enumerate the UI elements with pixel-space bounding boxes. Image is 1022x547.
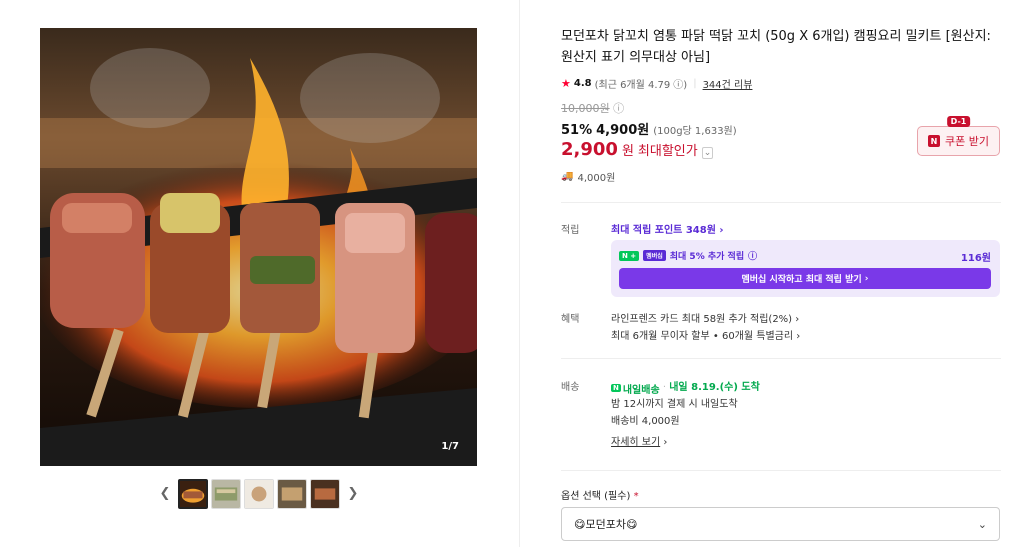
max-discount-price: 2,900: [561, 139, 618, 160]
naver-plus-badge: N +: [619, 250, 640, 261]
max-discount-row[interactable]: 2,900 원 최대할인가 ⌄: [561, 139, 714, 160]
product-title: 모던포차 닭꼬치 염통 파닭 떡닭 꼬치 (50g X 6개입) 캠핑요리 밀키…: [561, 29, 991, 65]
divider: [561, 470, 1001, 471]
discount-price: 4,900원: [596, 123, 650, 138]
benefits-label: 혜택: [561, 314, 580, 325]
membership-start-button[interactable]: 멤버십 시작하고 최대 적립 받기 ›: [619, 268, 991, 289]
extra-points-text: 최대 5% 추가 적립: [669, 252, 745, 262]
divider: |: [693, 78, 697, 89]
discount-rate: 51%: [561, 123, 593, 138]
thumbnail-2[interactable]: [211, 478, 241, 509]
delivery-detail-text: 자세히 보기: [611, 437, 661, 448]
selected-option-text: 모던포차: [585, 518, 626, 531]
delivery-info: N 내일배송 · 내일 8.19.(수) 도착: [611, 381, 760, 396]
shipping-fee: 4,000원: [577, 173, 616, 184]
card-benefit-text: 라인프렌즈 카드 최대 58원 추가 적립(2%): [611, 314, 793, 325]
thumbnail-strip: ❮ ❯: [155, 478, 363, 509]
chevron-left-icon[interactable]: ❮: [155, 478, 175, 509]
extra-points-amount: 116원: [960, 253, 991, 264]
option-label: 옵션 선택 (필수) *: [561, 487, 639, 502]
product-info: 모던포차 닭꼬치 염통 파닭 떡닭 꼬치 (50g X 6개입) 캠핑요리 밀키…: [561, 0, 1001, 547]
thumbnail-1[interactable]: [178, 478, 208, 509]
divider: [561, 358, 1001, 359]
option-label-text: 옵션 선택 (필수): [561, 491, 631, 502]
coupon-label: 쿠폰 받기: [945, 135, 989, 148]
max-points-link[interactable]: 최대 적립 포인트 348원 ›: [611, 221, 724, 236]
rating-recent: (최근 6개월 4.79: [594, 80, 671, 91]
rating-row: ★ 4.8 (최근 6개월 4.79 ⓘ) | 344건 리뷰: [561, 76, 752, 91]
max-discount-label: 최대할인가: [637, 144, 698, 159]
image-counter: 1/7: [441, 441, 459, 452]
thumbnail-5[interactable]: [310, 478, 340, 509]
chevron-down-icon[interactable]: ⌄: [978, 518, 987, 531]
shipping-fee-row: 🚚 4,000원: [561, 169, 615, 184]
installment-link[interactable]: 최대 6개월 무이자 할부 • 60개월 특별금리 ›: [611, 327, 800, 342]
delivery-detail-link[interactable]: 자세히 보기 ›: [611, 433, 667, 448]
selected-option: 😋모던포차😋: [574, 518, 638, 531]
points-label: 적립: [561, 225, 580, 236]
option-select[interactable]: 😋모던포차😋 ⌄: [561, 507, 1000, 541]
star-icon: ★: [561, 77, 571, 90]
delivery-arrival: 내일 8.19.(수) 도착: [669, 382, 760, 393]
thumbnail-3[interactable]: [244, 478, 274, 509]
product-gallery: 1/7 ❮ ❯: [0, 0, 520, 547]
delivery-cutoff: 밤 12시까지 결제 시 내일도착: [611, 399, 738, 410]
next-day-delivery-badge: N 내일배송: [611, 381, 660, 396]
naver-icon: N: [611, 384, 621, 392]
installment-text: 최대 6개월 무이자 할부 • 60개월 특별금리: [611, 331, 794, 342]
naver-icon: N: [928, 135, 940, 147]
next-day-delivery-text: 내일배송: [622, 384, 660, 396]
coupon-button[interactable]: D-1 N 쿠폰 받기: [917, 116, 1000, 156]
truck-icon: 🚚: [561, 171, 574, 182]
thumbnail-4[interactable]: [277, 478, 307, 509]
card-benefit-link[interactable]: 라인프렌즈 카드 최대 58원 추가 적립(2%) ›: [611, 310, 799, 325]
info-icon[interactable]: ⓘ): [673, 76, 687, 91]
max-price-unit: 원: [621, 144, 634, 159]
delivery-fee: 배송비 4,000원: [611, 416, 680, 427]
rating-value: 4.8: [573, 78, 592, 89]
chevron-right-icon[interactable]: ❯: [343, 478, 363, 509]
discount-row: 51% 4,900원 (100g당 1,633원): [561, 119, 737, 138]
original-price: 10,000원 ⓘ: [561, 100, 624, 116]
membership-points-row: N + 멤버십 최대 5% 추가 적립 ⓘ: [619, 249, 757, 262]
main-product-image[interactable]: 1/7: [40, 28, 477, 466]
info-icon[interactable]: ⓘ: [748, 249, 757, 262]
delivery-label: 배송: [561, 382, 580, 393]
membership-button-label: 멤버십 시작하고 최대 적립 받기: [741, 275, 862, 285]
review-count-link[interactable]: 344건 리뷰: [703, 76, 753, 91]
membership-points-box: N + 멤버십 최대 5% 추가 적립 ⓘ 116원 멤버십 시작하고 최대 적…: [611, 240, 1000, 297]
max-points-text: 최대 적립 포인트 348원: [611, 225, 716, 236]
unit-price: (100g당 1,633원): [653, 126, 737, 137]
chevron-down-icon[interactable]: ⌄: [701, 147, 714, 159]
original-price-value: 10,000원: [561, 102, 610, 115]
membership-badge: 멤버십: [643, 250, 666, 261]
divider: [561, 202, 1001, 203]
info-icon[interactable]: ⓘ: [613, 102, 624, 115]
coupon-deadline-badge: D-1: [946, 116, 971, 127]
required-mark: *: [633, 491, 639, 502]
